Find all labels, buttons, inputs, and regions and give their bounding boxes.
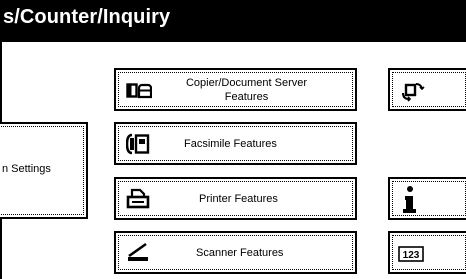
info-icon — [403, 186, 416, 213]
printer-features-label: Printer Features — [199, 193, 278, 205]
counter-icon-text: 123 — [403, 250, 420, 261]
facsimile-icon — [126, 133, 150, 155]
printer-features-button[interactable]: Printer Features — [114, 177, 357, 220]
title-bar: s/Counter/Inquiry — [0, 0, 466, 42]
settings-button[interactable]: n Settings — [0, 122, 88, 219]
scanner-icon — [128, 242, 148, 261]
copier-document-server-features-button[interactable]: Copier/Document Server Features — [114, 68, 357, 111]
scanner-features-button[interactable]: Scanner Features — [114, 231, 357, 274]
printer-icon — [126, 188, 150, 209]
language-switch-icon — [402, 83, 425, 102]
copier-document-server-icon — [126, 83, 152, 99]
counter-icon: 123 — [398, 246, 424, 262]
facsimile-features-button[interactable]: Facsimile Features — [114, 122, 357, 165]
copier-features-label-line2: Features — [224, 91, 269, 103]
scanner-features-label: Scanner Features — [196, 247, 284, 259]
facsimile-features-label: Facsimile Features — [184, 138, 277, 150]
settings-label: n Settings — [2, 163, 51, 175]
page-title: s/Counter/Inquiry — [3, 6, 171, 28]
inquiry-info-button[interactable] — [388, 177, 466, 220]
counter-button[interactable]: 123 — [388, 231, 466, 274]
language-switch-button[interactable] — [388, 68, 466, 111]
copier-features-label-line1: Copier/Document Server — [185, 77, 308, 89]
